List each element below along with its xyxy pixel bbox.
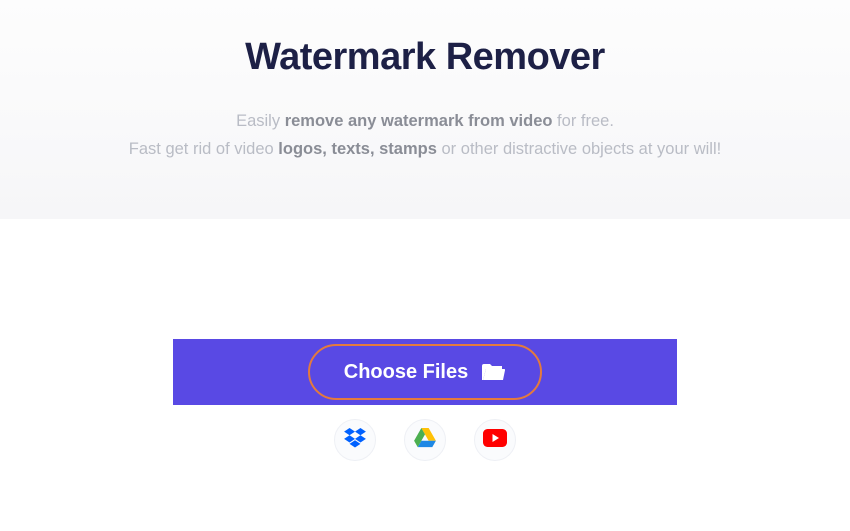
subtitle-text: Fast get rid of video [129,140,279,158]
upload-area: Choose Files [0,339,850,405]
youtube-button[interactable] [474,419,516,461]
folder-open-icon [482,362,506,382]
hero-section: Watermark Remover Easily remove any wate… [0,0,850,219]
subtitle-emphasis: logos, texts, stamps [278,140,437,158]
dropbox-icon [344,428,366,453]
subtitle-text: for free. [552,112,613,130]
source-options [0,419,850,461]
choose-files-button[interactable]: Choose Files [308,344,542,400]
subtitle-text: Easily [236,112,285,130]
youtube-icon [483,429,507,452]
choose-files-label: Choose Files [344,361,468,384]
google-drive-icon [414,428,436,453]
subtitle-line-2: Fast get rid of video logos, texts, stam… [0,135,850,163]
google-drive-button[interactable] [404,419,446,461]
dropbox-button[interactable] [334,419,376,461]
subtitle-text: or other distractive objects at your wil… [437,140,721,158]
page-title: Watermark Remover [0,36,850,79]
subtitle-emphasis: remove any watermark from video [285,112,553,130]
upload-bar[interactable]: Choose Files [173,339,677,405]
subtitle: Easily remove any watermark from video f… [0,107,850,163]
subtitle-line-1: Easily remove any watermark from video f… [0,107,850,135]
